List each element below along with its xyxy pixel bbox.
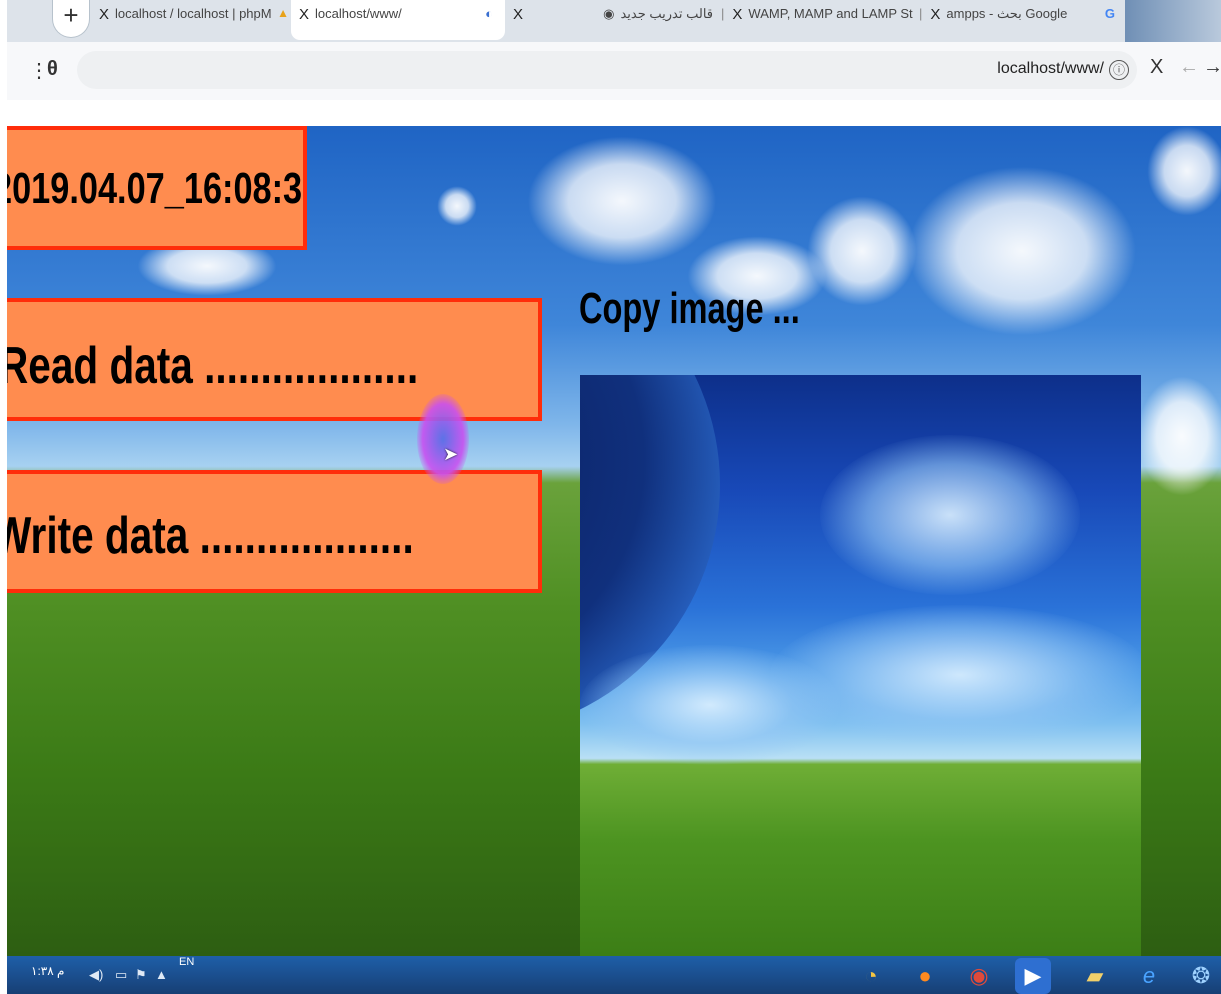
internet-explorer-icon[interactable]: e	[1131, 958, 1167, 994]
cloud	[527, 136, 717, 266]
firefox-icon[interactable]: ●	[907, 958, 943, 994]
cloud	[907, 166, 1137, 336]
cloud	[820, 435, 1080, 595]
cloud	[1147, 126, 1221, 216]
copy-image-label: Copy image ...	[579, 284, 800, 333]
tab-label: localhost/www/	[315, 6, 402, 21]
flag-icon[interactable]: ⚑	[135, 967, 147, 983]
tab-close-icon[interactable]: X	[732, 6, 742, 23]
window-frame-left	[0, 0, 7, 994]
stop-button[interactable]: X	[1150, 56, 1163, 79]
copied-image	[580, 375, 1141, 956]
read-data-button[interactable]: Read data ...................	[7, 298, 542, 421]
mouse-cursor-icon: ➤	[443, 444, 459, 464]
tab-wamp[interactable]: | X WAMP, MAMP and LAMP Stack	[717, 0, 913, 40]
info-icon[interactable]: ⓘ	[1109, 60, 1129, 80]
chrome-icon[interactable]: ◉	[961, 958, 997, 994]
url-text[interactable]: localhost/www/	[997, 60, 1104, 78]
tab-close-icon[interactable]: X	[299, 6, 309, 23]
tab-label: قالب تدريب جديد	[620, 6, 713, 21]
tab-divider: |	[919, 6, 923, 21]
cloud	[1137, 376, 1221, 496]
profile-icon[interactable]: θ	[47, 58, 58, 81]
cloud	[437, 186, 477, 226]
media-player-icon[interactable]: ▶	[1015, 958, 1051, 994]
tab-phpmyadmin[interactable]: X localhost / localhost | phpMyAd ▲	[91, 0, 289, 40]
language-indicator[interactable]: EN	[179, 956, 194, 968]
tab-strip: + X localhost / localhost | phpMyAd ▲ X …	[7, 0, 1221, 42]
loading-icon: ◐	[485, 6, 493, 21]
ampps-icon[interactable]: ◔	[853, 958, 889, 994]
back-button[interactable]: ←	[1179, 56, 1199, 79]
network-icon[interactable]: ▭	[115, 967, 127, 983]
file-explorer-icon[interactable]: ▰	[1077, 958, 1113, 994]
tab-label: WAMP, MAMP and LAMP Stack	[748, 6, 913, 21]
tab-label: localhost / localhost | phpMyAd	[115, 6, 272, 21]
tab-arabic[interactable]: قالب تدريب جديد ◉	[603, 0, 713, 40]
cursor-highlight	[417, 394, 469, 484]
new-tab-button[interactable]: +	[52, 0, 90, 38]
tab-close-icon[interactable]: X	[930, 6, 940, 23]
tray-expand-icon[interactable]: ▲	[155, 967, 168, 982]
timestamp-text: 2019.04.07_16:08:37	[7, 164, 307, 213]
menu-dots-icon[interactable]: ⋮	[29, 58, 49, 83]
google-favicon-icon: G	[1104, 6, 1115, 21]
tab-label: ampps - بحث Google	[946, 6, 1068, 21]
tab-localhost-www[interactable]: X localhost/www/ ◐	[291, 0, 505, 40]
tab-close-icon[interactable]: X	[99, 6, 109, 23]
globe-icon: ◉	[603, 6, 615, 21]
forward-button[interactable]: →	[1203, 56, 1221, 79]
tab-google-search[interactable]: | X ampps - بحث Google G	[915, 0, 1121, 40]
phpmyadmin-favicon-icon: ▲	[277, 6, 289, 20]
page-viewport: 2019.04.07_16:08:37 Read data ..........…	[7, 126, 1221, 956]
address-bar: ⋮ θ ☆ localhost/www/ ⓘ X ← →	[7, 42, 1221, 100]
write-data-label: Write data ...................	[7, 507, 414, 565]
read-data-label: Read data ...................	[7, 337, 419, 395]
cloud	[807, 196, 917, 306]
tab-divider: |	[721, 6, 725, 21]
cloud	[580, 645, 840, 765]
timestamp-box: 2019.04.07_16:08:37	[7, 126, 307, 250]
bookmarks-bar	[7, 100, 1221, 127]
tab-close-icon[interactable]: X	[513, 6, 523, 23]
window-controls	[1125, 0, 1221, 42]
write-data-button[interactable]: Write data ...................	[7, 470, 542, 593]
tab-unnamed[interactable]: X	[505, 0, 581, 40]
taskbar: م ١:٣٨ ◀) ▭ ⚑ ▲ EN ◔ ● ◉ ▶ ▰ e ❂	[7, 956, 1221, 994]
volume-icon[interactable]: ◀)	[89, 967, 103, 983]
url-field[interactable]: localhost/www/ ⓘ	[77, 51, 1137, 89]
taskbar-clock[interactable]: م ١:٣٨	[31, 964, 64, 978]
start-orb-icon[interactable]: ❂	[1183, 958, 1219, 994]
